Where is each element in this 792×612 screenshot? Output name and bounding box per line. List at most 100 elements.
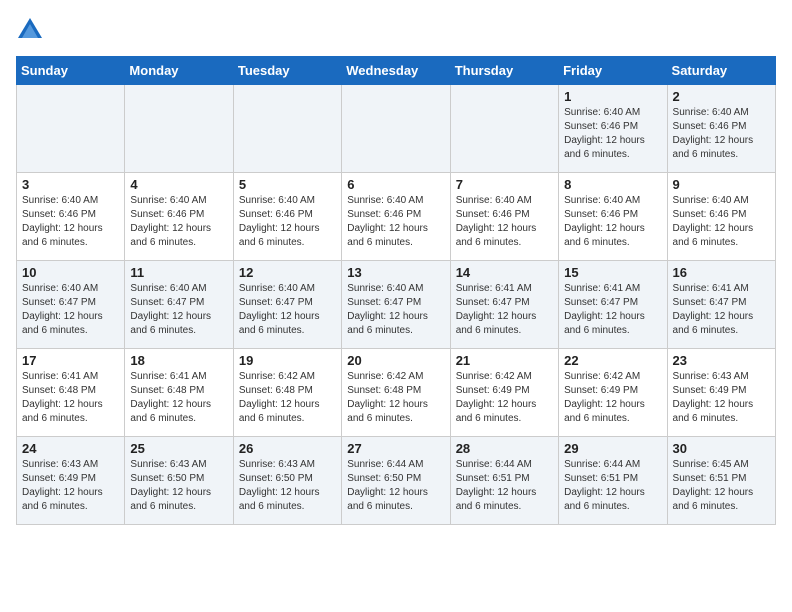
day-info: Sunrise: 6:43 AM Sunset: 6:49 PM Dayligh…	[673, 370, 770, 426]
calendar-cell: 5 Sunrise: 6:40 AM Sunset: 6:46 PM Daylig…	[233, 173, 341, 261]
calendar-week-row: 10 Sunrise: 6:40 AM Sunset: 6:47 PM Dayli…	[17, 261, 776, 349]
calendar-cell: 21 Sunrise: 6:42 AM Sunset: 6:49 PM Dayli…	[450, 349, 558, 437]
day-number: 21	[456, 353, 553, 368]
day-number: 9	[673, 177, 770, 192]
day-number: 7	[456, 177, 553, 192]
calendar-cell: 22 Sunrise: 6:42 AM Sunset: 6:49 PM Dayli…	[559, 349, 667, 437]
day-info: Sunrise: 6:41 AM Sunset: 6:48 PM Dayligh…	[22, 370, 119, 426]
day-info: Sunrise: 6:40 AM Sunset: 6:46 PM Dayligh…	[564, 194, 661, 250]
day-number: 13	[347, 265, 444, 280]
column-header-monday: Monday	[125, 57, 233, 85]
column-header-wednesday: Wednesday	[342, 57, 450, 85]
calendar-cell	[125, 85, 233, 173]
calendar-cell	[450, 85, 558, 173]
calendar-cell: 24 Sunrise: 6:43 AM Sunset: 6:49 PM Dayli…	[17, 437, 125, 525]
day-info: Sunrise: 6:42 AM Sunset: 6:48 PM Dayligh…	[239, 370, 336, 426]
calendar-cell: 10 Sunrise: 6:40 AM Sunset: 6:47 PM Dayli…	[17, 261, 125, 349]
column-header-friday: Friday	[559, 57, 667, 85]
calendar-cell: 27 Sunrise: 6:44 AM Sunset: 6:50 PM Dayli…	[342, 437, 450, 525]
calendar-cell: 6Sunrise: 6:40 AM Sunset: 6:46 PM Daylig…	[342, 173, 450, 261]
day-number: 24	[22, 441, 119, 456]
calendar-cell: 18 Sunrise: 6:41 AM Sunset: 6:48 PM Dayli…	[125, 349, 233, 437]
day-number: 26	[239, 441, 336, 456]
day-info: Sunrise: 6:40 AM Sunset: 6:46 PM Dayligh…	[130, 194, 227, 250]
column-header-thursday: Thursday	[450, 57, 558, 85]
day-info: Sunrise: 6:40 AM Sunset: 6:47 PM Dayligh…	[347, 282, 444, 338]
day-number: 22	[564, 353, 661, 368]
day-number: 25	[130, 441, 227, 456]
column-header-saturday: Saturday	[667, 57, 775, 85]
calendar-cell: 11 Sunrise: 6:40 AM Sunset: 6:47 PM Dayli…	[125, 261, 233, 349]
calendar-cell: 29 Sunrise: 6:44 AM Sunset: 6:51 PM Dayli…	[559, 437, 667, 525]
day-number: 5	[239, 177, 336, 192]
column-header-tuesday: Tuesday	[233, 57, 341, 85]
day-number: 15	[564, 265, 661, 280]
calendar-cell: 25 Sunrise: 6:43 AM Sunset: 6:50 PM Dayli…	[125, 437, 233, 525]
day-info: Sunrise: 6:40 AM Sunset: 6:46 PM Dayligh…	[347, 194, 444, 250]
day-number: 27	[347, 441, 444, 456]
day-number: 23	[673, 353, 770, 368]
calendar-cell: 16 Sunrise: 6:41 AM Sunset: 6:47 PM Dayli…	[667, 261, 775, 349]
calendar-table: SundayMondayTuesdayWednesdayThursdayFrid…	[16, 56, 776, 525]
calendar-cell: 20Sunrise: 6:42 AM Sunset: 6:48 PM Dayli…	[342, 349, 450, 437]
day-info: Sunrise: 6:43 AM Sunset: 6:50 PM Dayligh…	[239, 458, 336, 514]
day-info: Sunrise: 6:44 AM Sunset: 6:51 PM Dayligh…	[564, 458, 661, 514]
logo-icon	[16, 16, 44, 44]
calendar-cell: 7Sunrise: 6:40 AM Sunset: 6:46 PM Daylig…	[450, 173, 558, 261]
day-number: 12	[239, 265, 336, 280]
day-info: Sunrise: 6:43 AM Sunset: 6:49 PM Dayligh…	[22, 458, 119, 514]
day-info: Sunrise: 6:42 AM Sunset: 6:49 PM Dayligh…	[564, 370, 661, 426]
calendar-cell: 4 Sunrise: 6:40 AM Sunset: 6:46 PM Daylig…	[125, 173, 233, 261]
calendar-week-row: 17Sunrise: 6:41 AM Sunset: 6:48 PM Dayli…	[17, 349, 776, 437]
column-header-sunday: Sunday	[17, 57, 125, 85]
calendar-cell: 23 Sunrise: 6:43 AM Sunset: 6:49 PM Dayli…	[667, 349, 775, 437]
day-number: 30	[673, 441, 770, 456]
calendar-cell: 3 Sunrise: 6:40 AM Sunset: 6:46 PM Daylig…	[17, 173, 125, 261]
day-info: Sunrise: 6:44 AM Sunset: 6:50 PM Dayligh…	[347, 458, 444, 514]
calendar-cell: 1 Sunrise: 6:40 AM Sunset: 6:46 PM Daylig…	[559, 85, 667, 173]
calendar-cell: 12 Sunrise: 6:40 AM Sunset: 6:47 PM Dayli…	[233, 261, 341, 349]
day-info: Sunrise: 6:40 AM Sunset: 6:47 PM Dayligh…	[22, 282, 119, 338]
day-number: 4	[130, 177, 227, 192]
day-info: Sunrise: 6:42 AM Sunset: 6:48 PM Dayligh…	[347, 370, 444, 426]
day-info: Sunrise: 6:41 AM Sunset: 6:47 PM Dayligh…	[673, 282, 770, 338]
day-info: Sunrise: 6:40 AM Sunset: 6:46 PM Dayligh…	[239, 194, 336, 250]
day-info: Sunrise: 6:42 AM Sunset: 6:49 PM Dayligh…	[456, 370, 553, 426]
calendar-cell: 2Sunrise: 6:40 AM Sunset: 6:46 PM Daylig…	[667, 85, 775, 173]
calendar-cell: 8Sunrise: 6:40 AM Sunset: 6:46 PM Daylig…	[559, 173, 667, 261]
calendar-cell	[342, 85, 450, 173]
day-number: 10	[22, 265, 119, 280]
day-info: Sunrise: 6:40 AM Sunset: 6:46 PM Dayligh…	[564, 106, 661, 162]
day-info: Sunrise: 6:40 AM Sunset: 6:46 PM Dayligh…	[673, 194, 770, 250]
day-number: 11	[130, 265, 227, 280]
calendar-cell: 17Sunrise: 6:41 AM Sunset: 6:48 PM Dayli…	[17, 349, 125, 437]
page-header	[16, 16, 776, 44]
day-info: Sunrise: 6:41 AM Sunset: 6:48 PM Dayligh…	[130, 370, 227, 426]
day-number: 16	[673, 265, 770, 280]
day-info: Sunrise: 6:44 AM Sunset: 6:51 PM Dayligh…	[456, 458, 553, 514]
calendar-cell: 28 Sunrise: 6:44 AM Sunset: 6:51 PM Dayli…	[450, 437, 558, 525]
day-info: Sunrise: 6:43 AM Sunset: 6:50 PM Dayligh…	[130, 458, 227, 514]
day-number: 28	[456, 441, 553, 456]
calendar-cell: 9 Sunrise: 6:40 AM Sunset: 6:46 PM Daylig…	[667, 173, 775, 261]
calendar-cell: 13 Sunrise: 6:40 AM Sunset: 6:47 PM Dayli…	[342, 261, 450, 349]
day-number: 29	[564, 441, 661, 456]
day-number: 18	[130, 353, 227, 368]
calendar-cell	[17, 85, 125, 173]
day-number: 3	[22, 177, 119, 192]
day-info: Sunrise: 6:41 AM Sunset: 6:47 PM Dayligh…	[564, 282, 661, 338]
day-number: 1	[564, 89, 661, 104]
calendar-cell: 30Sunrise: 6:45 AM Sunset: 6:51 PM Dayli…	[667, 437, 775, 525]
calendar-cell: 14 Sunrise: 6:41 AM Sunset: 6:47 PM Dayli…	[450, 261, 558, 349]
day-number: 14	[456, 265, 553, 280]
calendar-cell: 15 Sunrise: 6:41 AM Sunset: 6:47 PM Dayli…	[559, 261, 667, 349]
day-number: 19	[239, 353, 336, 368]
logo	[16, 16, 48, 44]
calendar-week-row: 24 Sunrise: 6:43 AM Sunset: 6:49 PM Dayli…	[17, 437, 776, 525]
day-info: Sunrise: 6:40 AM Sunset: 6:46 PM Dayligh…	[673, 106, 770, 162]
day-info: Sunrise: 6:41 AM Sunset: 6:47 PM Dayligh…	[456, 282, 553, 338]
day-info: Sunrise: 6:40 AM Sunset: 6:46 PM Dayligh…	[22, 194, 119, 250]
day-info: Sunrise: 6:40 AM Sunset: 6:47 PM Dayligh…	[130, 282, 227, 338]
calendar-week-row: 3 Sunrise: 6:40 AM Sunset: 6:46 PM Daylig…	[17, 173, 776, 261]
day-info: Sunrise: 6:40 AM Sunset: 6:47 PM Dayligh…	[239, 282, 336, 338]
